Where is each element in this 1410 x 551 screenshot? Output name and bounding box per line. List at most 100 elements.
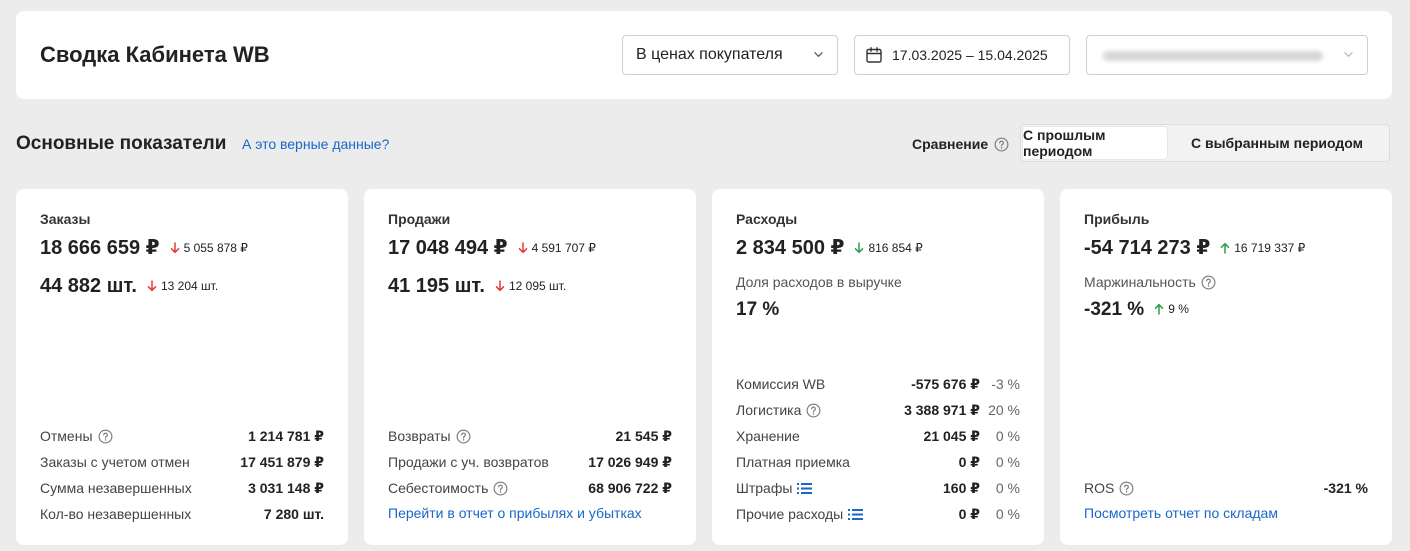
help-icon[interactable] — [493, 481, 508, 496]
date-range-picker[interactable]: 17.03.2025 – 15.04.2025 — [854, 35, 1070, 75]
row-label: Кол-во незавершенных — [40, 506, 192, 522]
orders-row-net: Заказы с учетом отмен 17 451 879 ₽ — [40, 449, 324, 475]
expenses-card-title: Расходы — [736, 211, 798, 227]
calendar-icon — [866, 47, 882, 63]
sales-qty: 41 195 шт. — [388, 275, 485, 297]
profit-amount-delta: 16 719 337 ₽ — [1220, 241, 1305, 255]
sales-row-net: Продажи с уч. возвратов 17 026 949 ₽ — [388, 449, 672, 475]
price-mode-value: В ценах покупателя — [636, 46, 783, 63]
row-label: Возвраты — [388, 428, 451, 444]
margin-row: -321 % 9 % — [1084, 299, 1189, 321]
expenses-amount-delta-value: 816 854 ₽ — [868, 241, 923, 255]
row-percent: 0 % — [995, 428, 1020, 444]
arrow-down-icon — [170, 242, 180, 254]
row-value: 21 045 ₽ — [923, 427, 980, 444]
row-label: ROS — [1084, 480, 1115, 496]
sales-row-cost: Себестоимость 68 906 722 ₽ — [388, 475, 672, 501]
account-select-value — [1103, 51, 1323, 61]
row-value: 17 451 879 ₽ — [240, 453, 324, 470]
row-value: 17 026 949 ₽ — [588, 453, 672, 470]
arrow-down-icon — [854, 242, 864, 254]
compare-label: Сравнение — [912, 136, 1009, 152]
row-value: -575 676 ₽ — [911, 375, 980, 392]
sales-card-title: Продажи — [388, 211, 451, 227]
row-percent: 0 % — [995, 454, 1020, 470]
row-value: 160 ₽ — [943, 479, 980, 496]
orders-amount-delta: 5 055 878 ₽ — [170, 241, 248, 255]
row-label: Продажи с уч. возвратов — [388, 454, 549, 470]
expenses-amount: 2 834 500 ₽ — [736, 237, 845, 259]
help-icon[interactable] — [806, 403, 821, 418]
margin-delta-value: 9 % — [1168, 302, 1189, 316]
arrow-up-icon — [1154, 303, 1164, 315]
profit-amount: -54 714 273 ₽ — [1084, 237, 1211, 259]
expenses-row-storage: Хранение 21 045 ₽ 0 % — [736, 423, 1020, 449]
compare-previous-period-button[interactable]: С прошлым периодом — [1023, 127, 1167, 159]
expenses-amount-row: 2 834 500 ₽ 816 854 ₽ — [736, 235, 923, 260]
help-icon[interactable] — [1201, 275, 1216, 290]
expenses-share-value: 17 % — [736, 299, 780, 320]
row-percent: 0 % — [995, 506, 1020, 522]
orders-card: Заказы 18 666 659 ₽ 5 055 878 ₽ 44 882 ш… — [16, 189, 348, 545]
expenses-row-logistics: Логистика 3 388 971 ₽ 20 % — [736, 397, 1020, 423]
orders-qty-delta-value: 13 204 шт. — [161, 279, 219, 293]
profit-card: Прибыль -54 714 273 ₽ 16 719 337 ₽ Маржи… — [1060, 189, 1392, 545]
help-icon[interactable] — [994, 137, 1009, 152]
margin-label-text: Маржинальность — [1084, 274, 1196, 290]
help-icon[interactable] — [456, 429, 471, 444]
row-label: Прочие расходы — [736, 506, 844, 522]
compare-selected-period-button[interactable]: С выбранным периодом — [1167, 127, 1387, 159]
chevron-down-icon — [814, 52, 823, 57]
compare-label-text: Сравнение — [912, 136, 989, 152]
profit-loss-report-link[interactable]: Перейти в отчет о прибылях и убытках — [388, 505, 642, 521]
arrow-up-icon — [1220, 242, 1230, 254]
orders-amount: 18 666 659 ₽ — [40, 237, 160, 259]
margin-value: -321 % — [1084, 299, 1145, 320]
orders-qty-delta: 13 204 шт. — [147, 279, 218, 293]
orders-details: Отмены 1 214 781 ₽ Заказы с учетом отмен… — [40, 423, 324, 527]
arrow-down-icon — [147, 280, 157, 292]
row-label: Отмены — [40, 428, 93, 444]
orders-amount-delta-value: 5 055 878 ₽ — [183, 241, 248, 255]
row-label: Сумма незавершенных — [40, 480, 192, 496]
row-label: Заказы с учетом отмен — [40, 454, 190, 470]
orders-card-title: Заказы — [40, 211, 91, 227]
list-icon[interactable] — [848, 508, 863, 521]
expenses-row-fines: Штрафы 160 ₽ 0 % — [736, 475, 1020, 501]
arrow-down-icon — [495, 280, 505, 292]
sales-row-returns: Возвраты 21 545 ₽ — [388, 423, 672, 449]
list-icon[interactable] — [797, 482, 812, 495]
sales-amount-row: 17 048 494 ₽ 4 591 707 ₽ — [388, 235, 596, 260]
orders-row-unfinished-qty: Кол-во незавершенных 7 280 шт. — [40, 501, 324, 527]
row-label: Хранение — [736, 428, 800, 444]
compare-toggle: С прошлым периодом С выбранным периодом — [1020, 124, 1390, 162]
row-percent: 0 % — [995, 480, 1020, 496]
row-label: Логистика — [736, 402, 802, 418]
warehouse-report-link[interactable]: Посмотреть отчет по складам — [1084, 505, 1278, 521]
expenses-row-commission: Комиссия WB -575 676 ₽ -3 % — [736, 371, 1020, 397]
data-check-link[interactable]: А это верные данные? — [242, 136, 389, 152]
sales-qty-delta-value: 12 095 шт. — [509, 279, 567, 293]
row-value: 3 031 148 ₽ — [248, 479, 324, 496]
sales-details: Возвраты 21 545 ₽ Продажи с уч. возврато… — [388, 423, 672, 501]
help-icon[interactable] — [98, 429, 113, 444]
price-mode-select[interactable]: В ценах покупателя — [622, 35, 838, 75]
row-value: 68 906 722 ₽ — [588, 479, 672, 496]
orders-qty-row: 44 882 шт. 13 204 шт. — [40, 275, 218, 298]
date-range-value: 17.03.2025 – 15.04.2025 — [892, 47, 1048, 63]
expenses-card: Расходы 2 834 500 ₽ 816 854 ₽ Доля расхо… — [712, 189, 1044, 545]
sales-amount: 17 048 494 ₽ — [388, 237, 508, 259]
sales-qty-row: 41 195 шт. 12 095 шт. — [388, 275, 566, 298]
row-value: -321 % — [1323, 480, 1368, 496]
help-icon[interactable] — [1119, 481, 1134, 496]
row-value: 3 388 971 ₽ — [904, 401, 980, 418]
account-select[interactable] — [1086, 35, 1368, 75]
profit-amount-delta-value: 16 719 337 ₽ — [1234, 241, 1306, 255]
expenses-row-paid-acceptance: Платная приемка 0 ₽ 0 % — [736, 449, 1020, 475]
expenses-row-other: Прочие расходы 0 ₽ 0 % — [736, 501, 1020, 527]
row-value: 7 280 шт. — [263, 506, 324, 522]
row-value: 0 ₽ — [958, 505, 980, 522]
row-label: Платная приемка — [736, 454, 850, 470]
expenses-share-label: Доля расходов в выручке — [736, 274, 902, 290]
row-value: 0 ₽ — [958, 453, 980, 470]
